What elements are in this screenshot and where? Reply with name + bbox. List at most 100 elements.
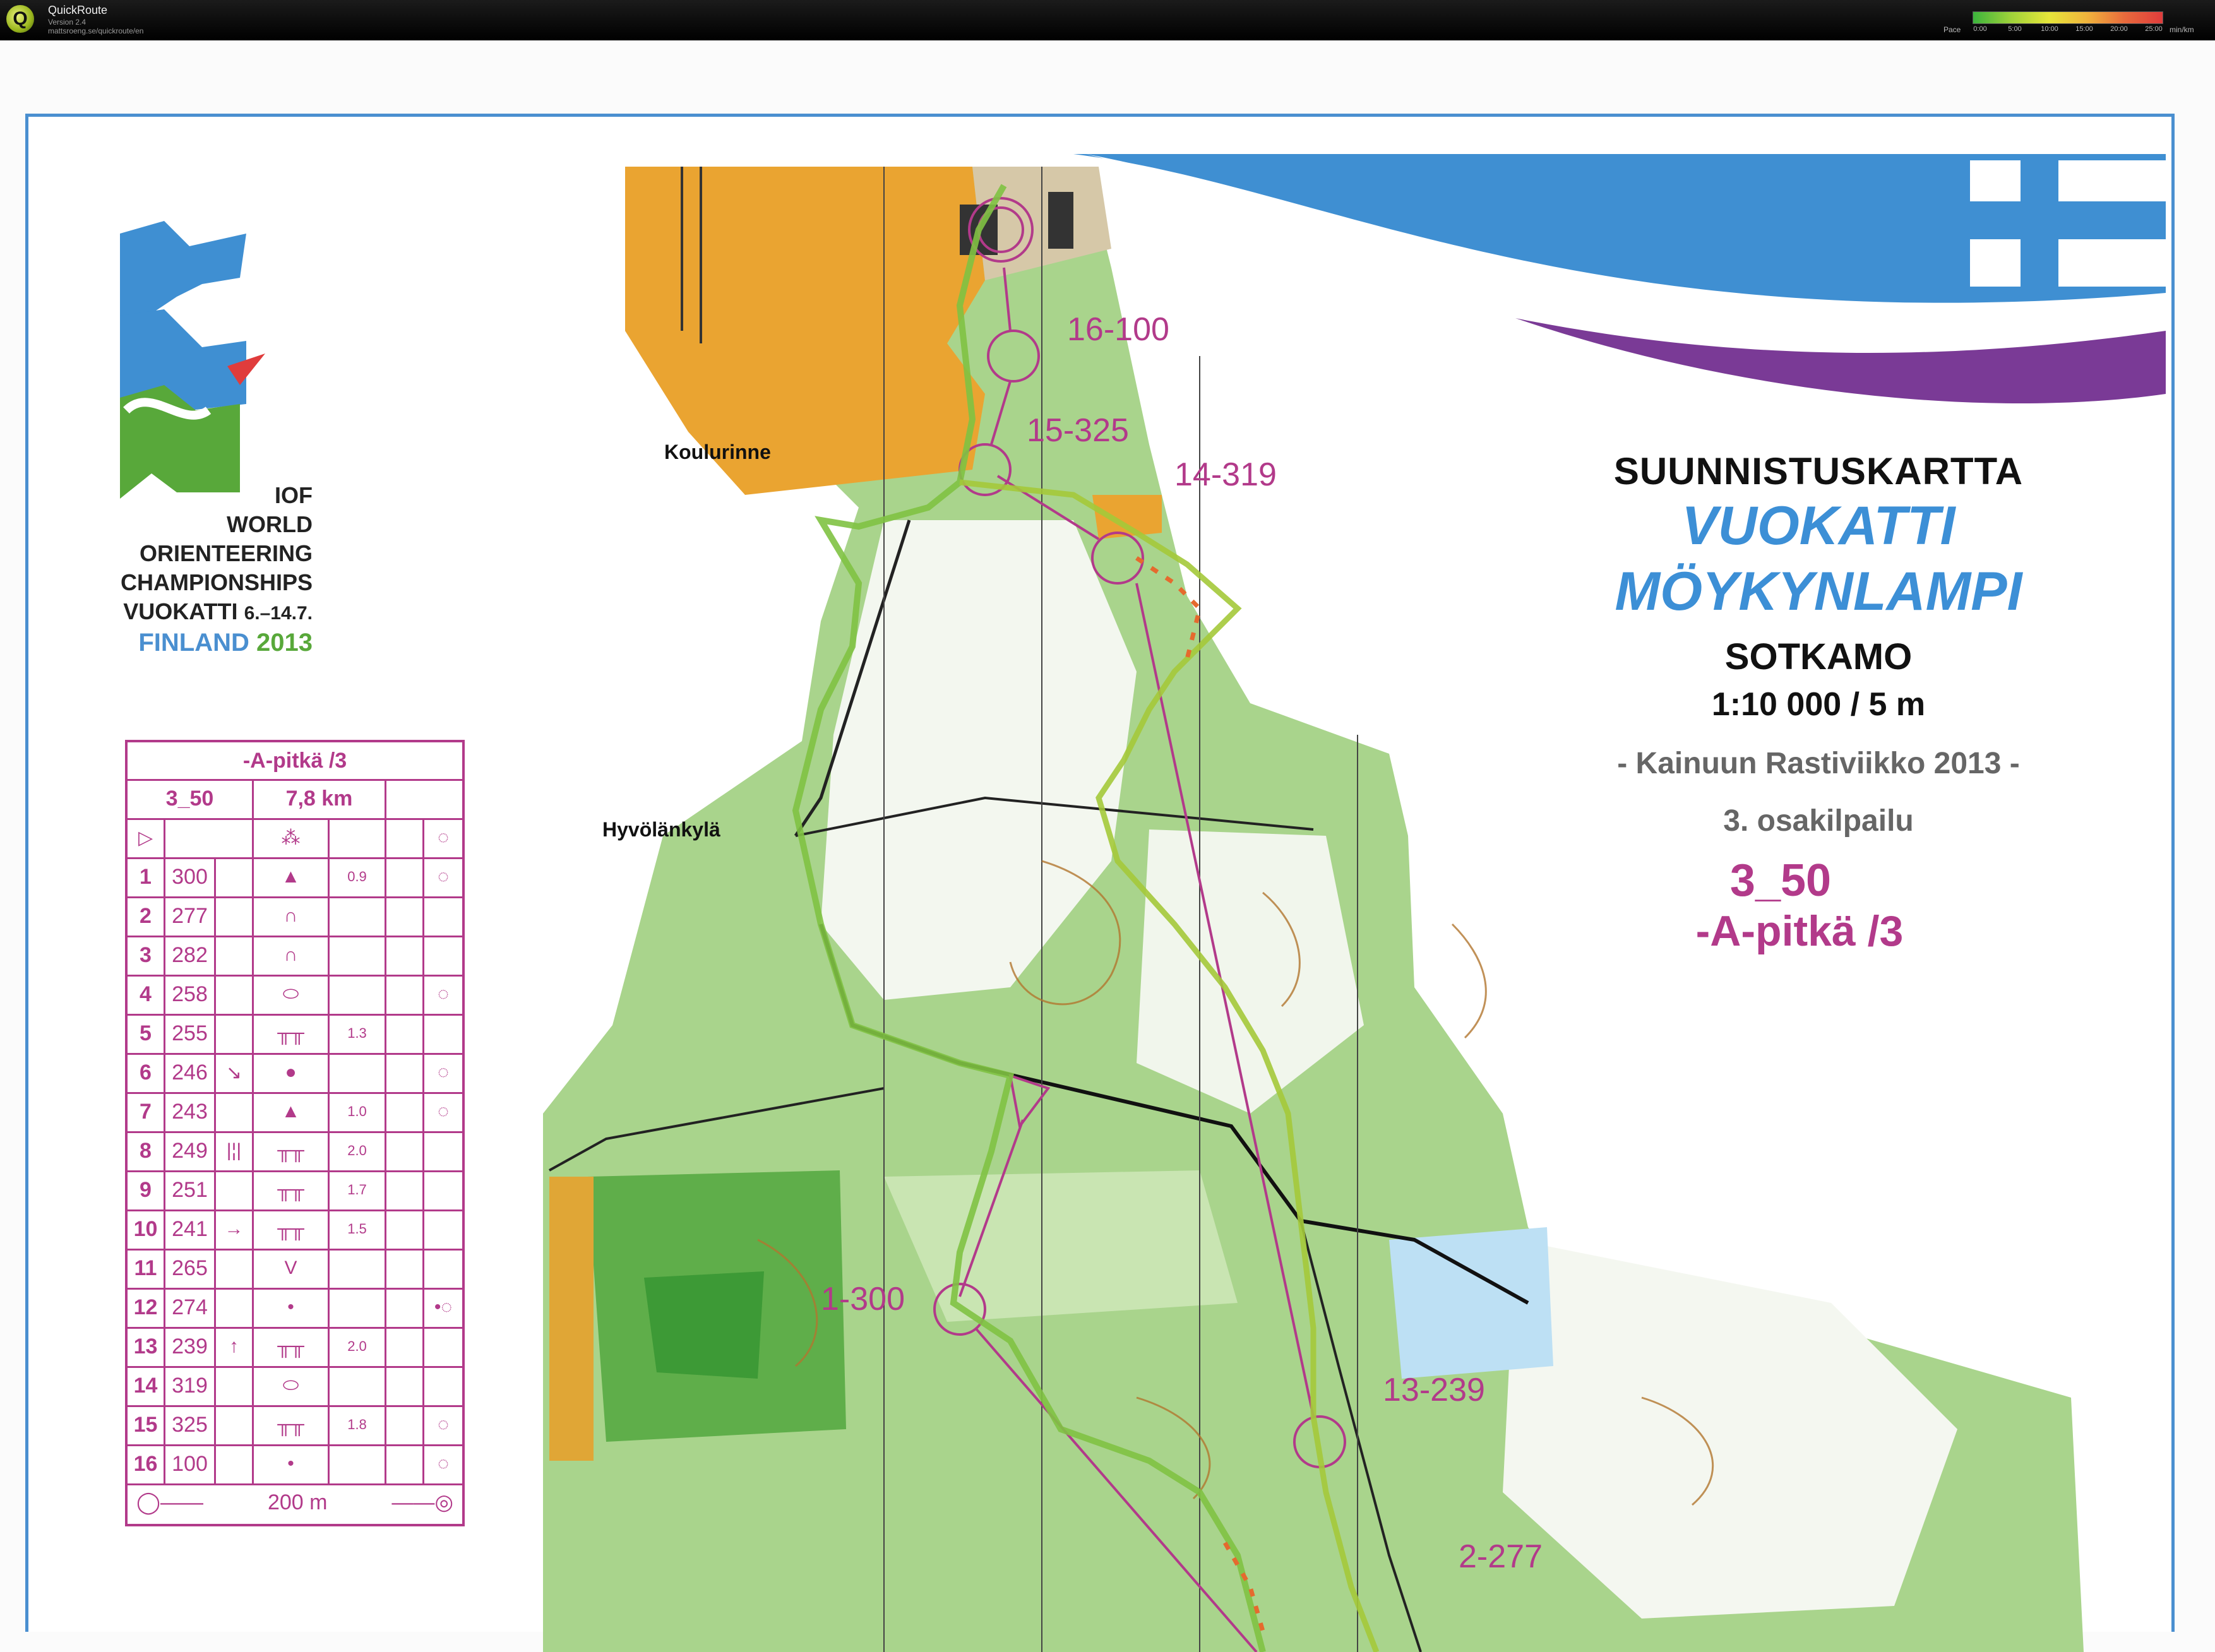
app-url: mattsroeng.se/quickroute/en: [48, 27, 144, 35]
control-code: 319: [165, 1366, 216, 1405]
pace-tick: 25:00: [2145, 25, 2163, 33]
control-number: 11: [128, 1249, 165, 1288]
control-number: 6: [128, 1053, 165, 1092]
map-title: SUUNNISTUSKARTTA: [1613, 450, 2024, 492]
logo-dates: 6.–14.7.: [244, 603, 313, 624]
control-detail: 1.8: [330, 1405, 386, 1444]
place-name: Hyvölänkylä: [602, 818, 720, 841]
location-icon: •◌: [434, 1297, 453, 1317]
logo-line: FINLAND 2013: [95, 628, 313, 657]
terrain-marsh: [1389, 1227, 1553, 1379]
control-code: 251: [165, 1170, 216, 1209]
boulder-icon: •: [254, 1288, 330, 1327]
desc-control-row: 14 319 ⬭: [128, 1366, 462, 1407]
map-stage: 3. osakilpailu: [1723, 804, 1914, 838]
desc-course: 3_50: [128, 779, 254, 818]
desc-control-row: 11 265 V: [128, 1249, 462, 1290]
pace-tick: 10:00: [2041, 25, 2058, 33]
desc-control-row: 9 251 ╥╥ 1.7: [128, 1170, 462, 1211]
desc-control-row: 7 243 ▲ 1.0 ◌: [128, 1092, 462, 1133]
control-detail: [330, 936, 386, 975]
map-area-line1: VUOKATTI: [1681, 496, 1955, 556]
pace-ticks: 0:00 5:00 10:00 15:00 20:00 25:00: [1973, 25, 2162, 34]
between-icon: |¦|: [216, 1131, 254, 1170]
depression-icon: ⬭: [254, 975, 330, 1014]
control-code: 246: [165, 1053, 216, 1092]
cliff-icon: ╥╥: [254, 1209, 330, 1249]
pace-unit: min/km: [2170, 25, 2194, 34]
logo-line: CHAMPIONSHIPS: [120, 569, 313, 595]
map-area-line2: MÖYKYNLAMPI: [1615, 561, 2022, 622]
desc-finish-row: ◯—— 200 m ——◎: [128, 1483, 462, 1521]
control-code: 274: [165, 1288, 216, 1327]
control-detail: [330, 1249, 386, 1288]
arrow-se-icon: ↘: [216, 1053, 254, 1092]
desc-control-row: 2 277 ∩: [128, 896, 462, 937]
control-number: 15: [128, 1405, 165, 1444]
desc-control-row: 3 282 ∩: [128, 936, 462, 977]
control-label: 14-319: [1174, 456, 1277, 493]
control-code: 300: [165, 857, 216, 896]
pace-tick: 15:00: [2075, 25, 2093, 33]
desc-blank: [386, 779, 462, 818]
control-number: 7: [128, 1092, 165, 1131]
app-name: QuickRoute: [48, 4, 108, 16]
control-detail: [330, 1288, 386, 1327]
map-scale: 1:10 000 / 5 m: [1711, 686, 1926, 723]
spur-icon: ∩: [254, 896, 330, 936]
control-code: 249: [165, 1131, 216, 1170]
location-icon: ◌: [438, 1101, 449, 1122]
control-code: 277: [165, 896, 216, 936]
location-icon: ◌: [438, 1062, 449, 1083]
map-municipality: SOTKAMO: [1724, 636, 1913, 677]
control-number: 13: [128, 1327, 165, 1366]
pace-color-scale: [1973, 11, 2163, 24]
control-number: 3: [128, 936, 165, 975]
control-code: 255: [165, 1014, 216, 1053]
desc-title: -A-pitkä /3: [242, 748, 347, 773]
control-detail: 1.5: [330, 1209, 386, 1249]
desc-control-row: 13 239 ↑ ╥╥ 2.0: [128, 1327, 462, 1368]
boulder-icon: •: [254, 1444, 330, 1483]
control-number: 12: [128, 1288, 165, 1327]
pace-legend-label: Pace: [1943, 25, 1961, 34]
control-label: 1-300: [821, 1281, 905, 1317]
control-number: 14: [128, 1366, 165, 1405]
map-title-block: SUUNNISTUSKARTTA VUOKATTI MÖYKYNLAMPI SO…: [1541, 449, 2096, 956]
arrow-n-icon: ↑: [216, 1327, 254, 1366]
logo-city: VUOKATTI: [123, 598, 238, 624]
logo-country: FINLAND: [138, 629, 249, 657]
quickroute-logo-icon: Q: [6, 5, 34, 33]
control-code: 282: [165, 936, 216, 975]
knoll-icon: ▲: [254, 857, 330, 896]
desc-control-row: 4 258 ⬭ ◌: [128, 975, 462, 1016]
terrain-green-dense: [644, 1271, 764, 1379]
cliff-icon: ╥╥: [254, 1170, 330, 1209]
logo-line: VUOKATTI 6.–14.7.: [95, 597, 313, 628]
control-detail: 1.7: [330, 1170, 386, 1209]
control-code: 258: [165, 975, 216, 1014]
finish-route: ◯—— 200 m ——◎: [128, 1483, 462, 1521]
finish-start-icon: ◯——: [136, 1490, 204, 1514]
logo-year: 2013: [256, 629, 313, 657]
desc-start-row: ▷ ⁂ ◌: [128, 818, 462, 859]
control-number: 2: [128, 896, 165, 936]
control-detail: 2.0: [330, 1327, 386, 1366]
control-label: 13-239: [1383, 1372, 1485, 1408]
control-number: 5: [128, 1014, 165, 1053]
course-name: -A-pitkä /3: [1695, 907, 1904, 955]
flag-icon: [1970, 160, 2166, 287]
control-description-sheet: -A-pitkä /3 3_50 7,8 km ▷ ⁂ ◌ 1 300 ▲ 0.…: [125, 740, 465, 1526]
start-triangle-icon: ▷: [128, 818, 165, 857]
cliff-icon: ╥╥: [254, 1131, 330, 1170]
control-code: 241: [165, 1209, 216, 1249]
location-icon: ◌: [438, 866, 449, 887]
control-code: 100: [165, 1444, 216, 1483]
terrain-open-land: [1092, 495, 1162, 539]
start-location-icon: ◌: [438, 827, 449, 848]
control-number: 10: [128, 1209, 165, 1249]
desc-control-row: 12 274 • •◌: [128, 1288, 462, 1329]
desc-length: 7,8 km: [254, 779, 386, 818]
cliff-icon: ╥╥: [254, 1014, 330, 1053]
woc-logo-text: IOF WORLD ORIENTEERING CHAMPIONSHIPS VUO…: [95, 481, 313, 657]
